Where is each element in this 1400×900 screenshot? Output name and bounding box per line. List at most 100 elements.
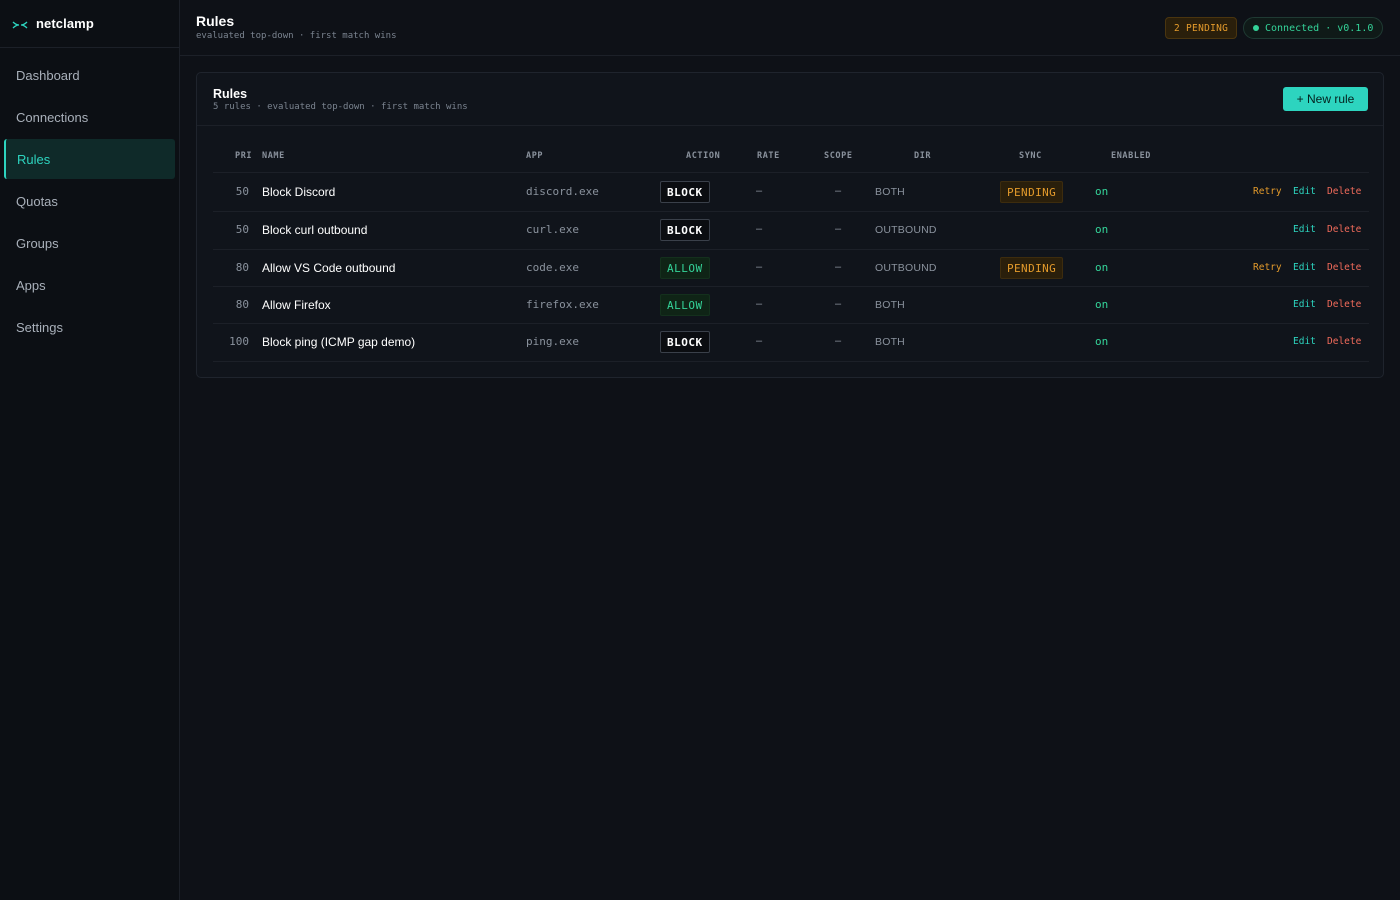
enabled-toggle[interactable]: on: [1095, 185, 1108, 198]
rule-app: curl.exe: [526, 223, 579, 236]
sync-status-badge: PENDING: [1000, 257, 1064, 279]
rule-scope: –: [835, 185, 842, 197]
action-badge: ALLOW: [660, 294, 710, 316]
rule-rate: –: [756, 335, 763, 347]
edit-link[interactable]: Edit: [1293, 186, 1316, 197]
network-clamp-icon: [12, 18, 28, 30]
rules-card-title: Rules: [213, 87, 248, 101]
rule-priority: 50: [235, 185, 249, 198]
sidebar-nav: Dashboard Connections Rules Quotas Groups App…: [0, 48, 179, 347]
page-header: Rules evaluated top-down · first match w…: [180, 0, 1400, 56]
edit-link[interactable]: Edit: [1293, 299, 1316, 310]
rule-rate: –: [756, 298, 763, 310]
rule-name: Block Discord: [262, 185, 336, 199]
enabled-toggle[interactable]: on: [1095, 223, 1108, 236]
page-subtitle: evaluated top-down · first match wins: [196, 31, 397, 41]
action-badge: BLOCK: [660, 331, 710, 353]
rules-table-header: PRI NAME APP ACTION RATE SCOPE DIR SYNC …: [213, 141, 1369, 173]
rule-rate: –: [756, 185, 763, 197]
rule-app: ping.exe: [526, 335, 579, 348]
column-header-pri[interactable]: PRI: [235, 151, 252, 161]
rules-card: Rules 5 rules · evaluated top-down · fir…: [196, 72, 1384, 378]
sidebar-item-groups[interactable]: Groups: [4, 223, 175, 263]
sidebar-item-dashboard[interactable]: Dashboard: [4, 55, 175, 95]
rule-app: code.exe: [526, 261, 579, 274]
sidebar-item-label: Connections: [16, 109, 89, 125]
rule-scope: –: [835, 298, 842, 310]
rule-rate: –: [756, 261, 763, 273]
table-row[interactable]: 50 Block Discord discord.exe BLOCK – – BOTH PEN…: [213, 173, 1369, 212]
connection-status-text: Connected · v0.1.0: [1265, 22, 1374, 34]
rule-direction: BOTH: [875, 336, 905, 348]
sidebar-item-settings[interactable]: Settings: [4, 307, 175, 347]
rule-priority: 50: [235, 223, 249, 236]
sidebar-item-label: Quotas: [16, 193, 58, 209]
pending-count-badge[interactable]: 2 PENDING: [1165, 17, 1238, 39]
rule-direction: OUTBOUND: [875, 224, 937, 236]
delete-link[interactable]: Delete: [1327, 262, 1361, 273]
sidebar-item-apps[interactable]: Apps: [4, 265, 175, 305]
action-badge: BLOCK: [660, 219, 710, 241]
edit-link[interactable]: Edit: [1293, 262, 1316, 273]
enabled-toggle[interactable]: on: [1095, 298, 1108, 311]
rule-scope: –: [835, 261, 842, 273]
sidebar-item-quotas[interactable]: Quotas: [4, 181, 175, 221]
edit-link[interactable]: Edit: [1293, 336, 1316, 347]
page-title: Rules: [196, 13, 235, 29]
sync-status-badge: PENDING: [1000, 181, 1064, 203]
table-row[interactable]: 50 Block curl outbound curl.exe BLOCK – – OUTB…: [213, 211, 1369, 250]
retry-link[interactable]: Retry: [1253, 262, 1282, 273]
new-rule-button[interactable]: + New rule: [1283, 87, 1368, 111]
rule-direction: OUTBOUND: [875, 262, 937, 274]
sidebar-item-connections[interactable]: Connections: [4, 97, 175, 137]
rule-rate: –: [756, 223, 763, 235]
rule-direction: BOTH: [875, 186, 905, 198]
rule-direction: BOTH: [875, 299, 905, 311]
rule-name: Allow Firefox: [262, 298, 331, 312]
column-header-name[interactable]: NAME: [262, 151, 285, 161]
sidebar-item-label: Settings: [16, 319, 63, 335]
rule-name: Block curl outbound: [262, 223, 368, 237]
rule-priority: 80: [235, 261, 249, 274]
connection-status-badge: Connected · v0.1.0: [1243, 17, 1384, 39]
rules-card-header: Rules 5 rules · evaluated top-down · fir…: [197, 73, 1383, 126]
action-badge: BLOCK: [660, 181, 710, 203]
sidebar-item-label: Dashboard: [16, 67, 80, 83]
delete-link[interactable]: Delete: [1327, 336, 1361, 347]
table-row[interactable]: 80 Allow VS Code outbound code.exe ALLOW – – O…: [213, 249, 1369, 287]
rules-card-subtitle: 5 rules · evaluated top-down · first mat…: [213, 102, 468, 112]
edit-link[interactable]: Edit: [1293, 224, 1316, 235]
table-row[interactable]: 100 Block ping (ICMP gap demo) ping.exe BLO…: [213, 323, 1369, 362]
rule-name: Block ping (ICMP gap demo): [262, 335, 416, 349]
rule-app: firefox.exe: [526, 298, 599, 311]
sidebar: netclamp Dashboard Connections Rules Quotas…: [0, 0, 180, 900]
column-header-dir[interactable]: DIR: [914, 151, 931, 161]
rule-priority: 80: [235, 298, 249, 311]
column-header-enabled[interactable]: ENABLED: [1111, 151, 1151, 161]
column-header-sync[interactable]: SYNC: [1019, 151, 1042, 161]
rule-app: discord.exe: [526, 185, 599, 198]
rule-name: Allow VS Code outbound: [262, 261, 396, 275]
table-row[interactable]: 80 Allow Firefox firefox.exe ALLOW – – BOTH on E…: [213, 286, 1369, 324]
delete-link[interactable]: Delete: [1327, 186, 1361, 197]
sidebar-item-label: Groups: [16, 235, 59, 251]
column-header-rate[interactable]: RATE: [757, 151, 780, 161]
rule-scope: –: [835, 223, 842, 235]
enabled-toggle[interactable]: on: [1095, 261, 1108, 274]
brand[interactable]: netclamp: [0, 0, 179, 48]
delete-link[interactable]: Delete: [1327, 299, 1361, 310]
sidebar-item-rules[interactable]: Rules: [4, 139, 175, 179]
delete-link[interactable]: Delete: [1327, 224, 1361, 235]
rule-scope: –: [835, 335, 842, 347]
app-root: netclamp Dashboard Connections Rules Quotas…: [0, 0, 1400, 900]
enabled-toggle[interactable]: on: [1095, 335, 1108, 348]
brand-name: netclamp: [36, 16, 94, 31]
column-header-app[interactable]: APP: [526, 151, 543, 161]
rule-priority: 100: [229, 335, 249, 348]
column-header-scope[interactable]: SCOPE: [824, 151, 853, 161]
retry-link[interactable]: Retry: [1253, 186, 1282, 197]
action-badge: ALLOW: [660, 257, 710, 279]
column-header-action[interactable]: ACTION: [686, 151, 720, 161]
sidebar-item-label: Apps: [16, 277, 46, 293]
sidebar-item-label: Rules: [17, 151, 51, 167]
